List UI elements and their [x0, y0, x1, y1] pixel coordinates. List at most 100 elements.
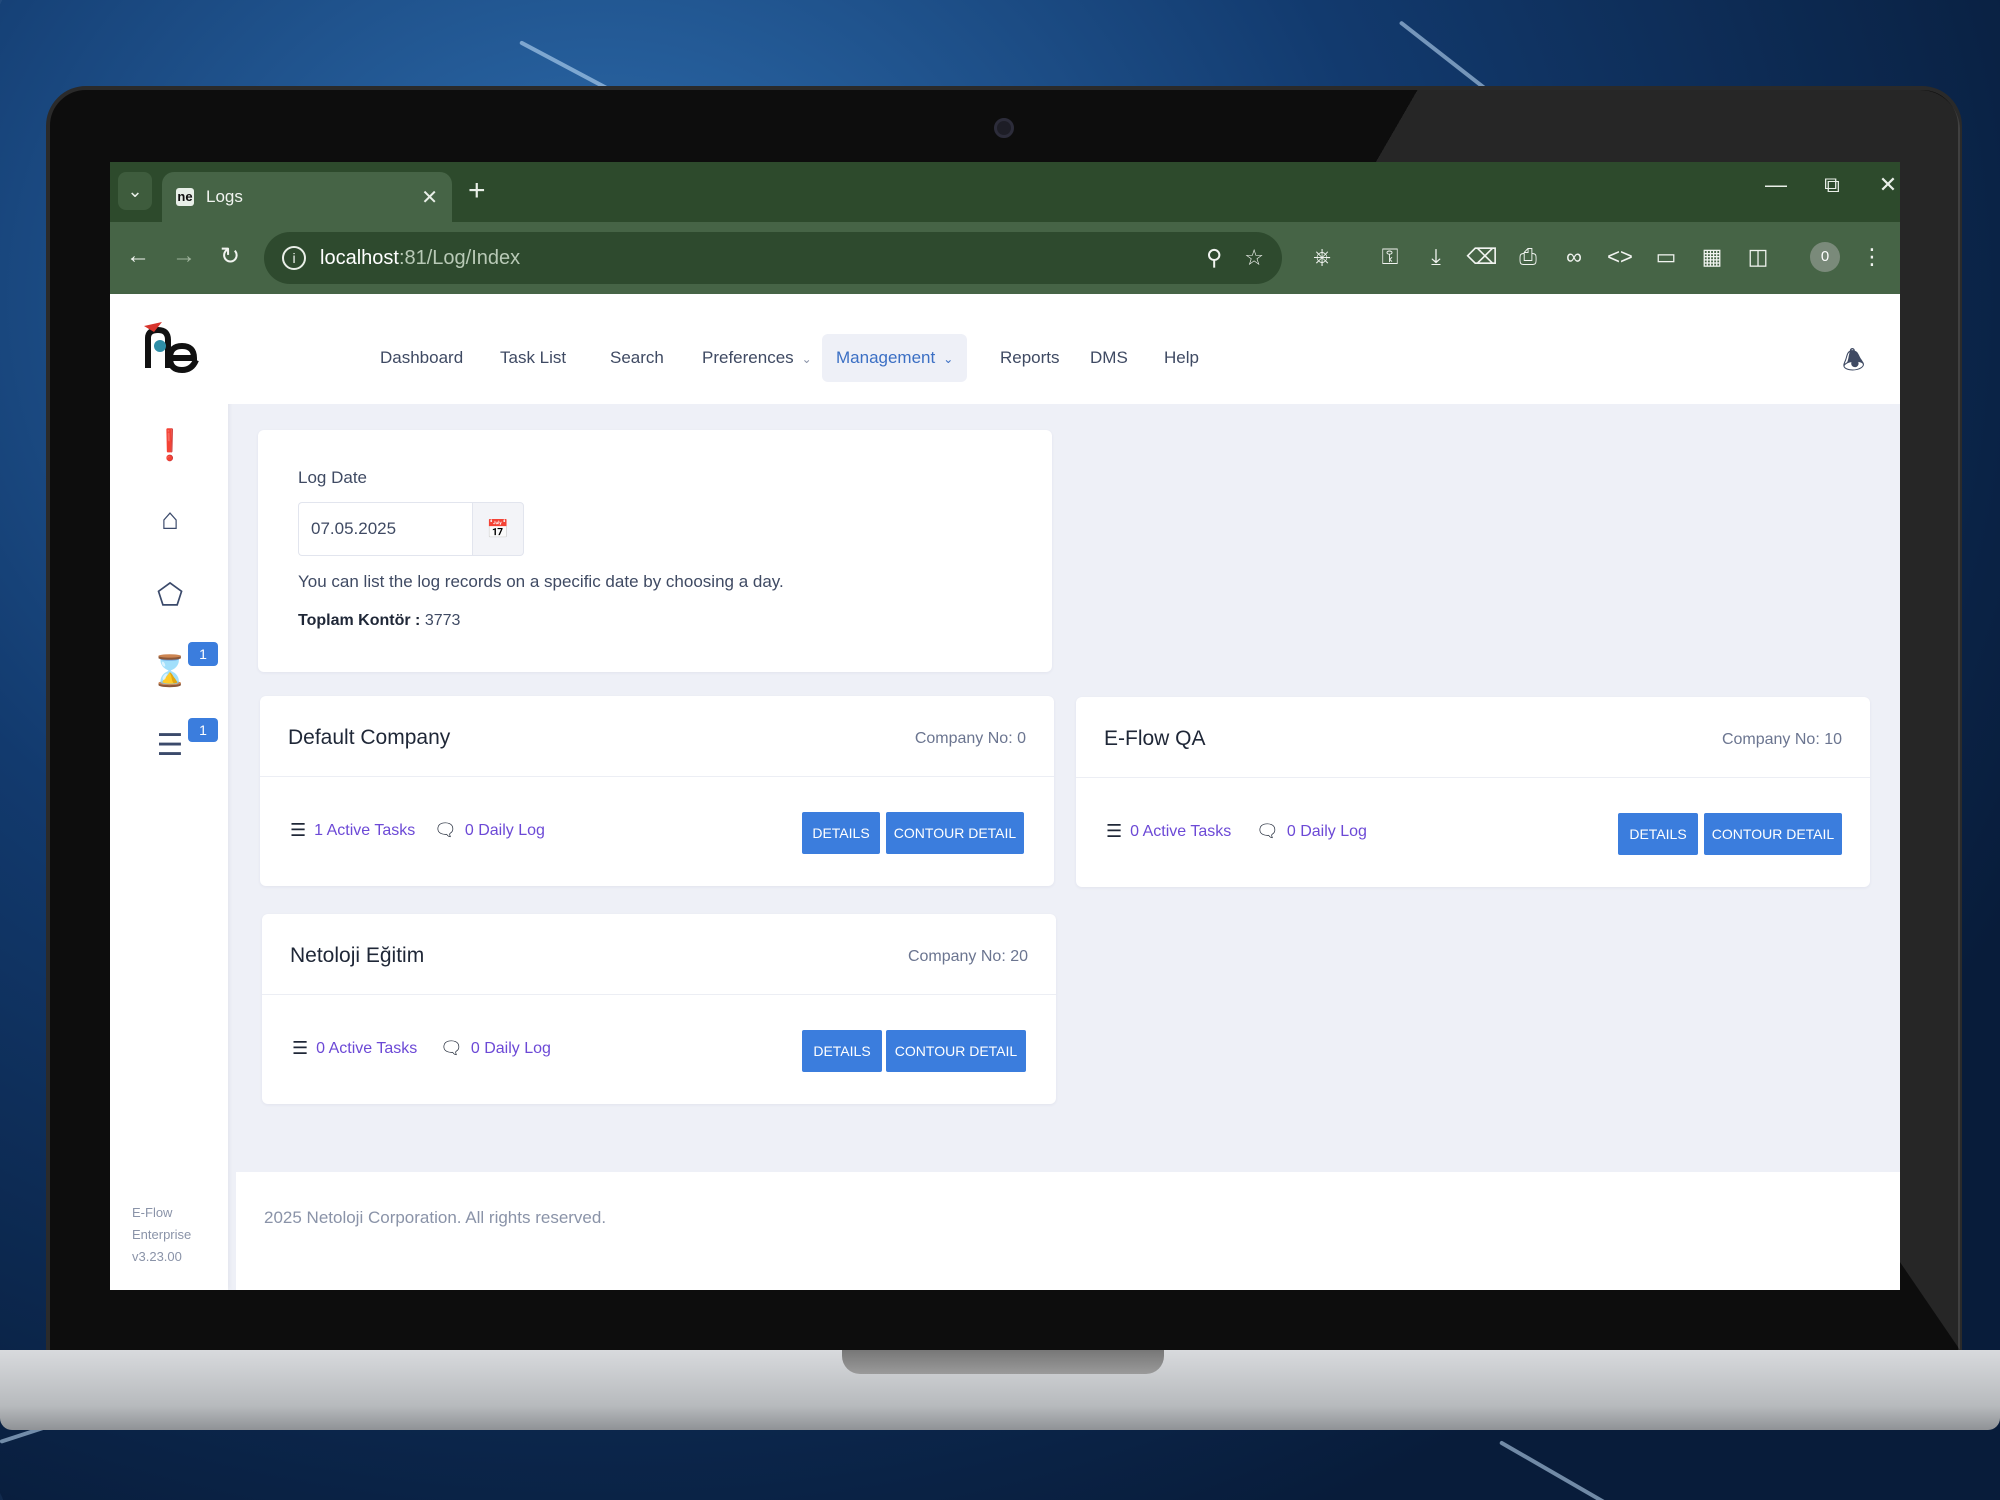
chevron-down-icon: ⌄ [801, 352, 812, 366]
devices-icon[interactable]: ▭ [1650, 244, 1682, 270]
password-key-icon[interactable]: ⚿ [1374, 244, 1406, 270]
webcam [994, 118, 1014, 138]
laptop-screen: ⌄ ne Logs ✕ + — ⧉ ✕ ← → ↻ i localhost:81… [110, 162, 1900, 1290]
version-number: v3.23.00 [132, 1249, 182, 1264]
task-list-icon: ☰ [292, 1038, 309, 1058]
nav-label: Reports [1000, 348, 1060, 367]
nav-task-list[interactable]: Task List [486, 334, 580, 382]
home-icon[interactable]: ⌂ [150, 500, 190, 540]
top-navigation: Dashboard Task List Search Preferences ⌄ … [228, 294, 1900, 404]
chat-log-icon: 🗨 [434, 820, 457, 840]
total-credit: Toplam Kontör : 3773 [298, 612, 460, 630]
active-tasks-link[interactable]: ☰ 0 Active Tasks [1106, 821, 1231, 842]
cube-box-icon[interactable]: ⬠ [150, 576, 190, 616]
log-date-input[interactable] [298, 502, 472, 556]
nav-preferences[interactable]: Preferences ⌄ [688, 334, 826, 382]
calendar-icon[interactable]: 📅 [472, 502, 524, 556]
version-product: E-Flow [132, 1205, 173, 1220]
close-tab-icon[interactable]: ✕ [421, 185, 438, 210]
app-body: ❗ ⌂ ⬠ ⌛ 1 ☰ 1 E-Flow Enterprise v3.23.00… [110, 294, 1900, 1290]
company-name: Default Company [288, 726, 451, 749]
print-icon[interactable]: ⎙ [1512, 244, 1544, 270]
zoom-magnifier-icon[interactable]: ⚲ [1206, 245, 1222, 271]
address-bar[interactable]: i localhost:81/Log/Index ⚲ ☆ [264, 232, 1282, 284]
profile-avatar[interactable]: 0 [1810, 242, 1840, 272]
back-arrow-icon[interactable]: ← [122, 242, 154, 270]
details-button[interactable]: Details [802, 812, 880, 854]
copyright-text: 2025 Netoloji Corporation. All rights re… [264, 1208, 607, 1227]
task-list-icon: ☰ [290, 820, 307, 840]
company-number: Company No: 10 [1721, 731, 1842, 748]
contour-detail-button[interactable]: Contour Detail [886, 1030, 1026, 1072]
nav-help[interactable]: Help [1150, 334, 1213, 382]
nav-dashboard[interactable]: Dashboard [366, 334, 477, 382]
nav-dms[interactable]: DMS [1076, 334, 1142, 382]
forward-arrow-icon[interactable]: → [168, 242, 200, 270]
nav-label: DMS [1090, 348, 1128, 367]
chat-log-icon: 🗨 [440, 1038, 463, 1058]
company-name: E-Flow QA [1104, 727, 1206, 750]
nav-label: Help [1164, 348, 1199, 367]
active-tasks-text: 1 Active Tasks [314, 821, 416, 839]
log-date-card: Log Date 📅 You can list the log records … [258, 430, 1052, 672]
company-name: Netoloji Eğitim [290, 944, 425, 967]
active-tasks-text: 0 Active Tasks [316, 1039, 418, 1057]
nav-management[interactable]: Management ⌄ [822, 334, 968, 382]
company-number: Company No: 20 [907, 948, 1028, 965]
code-brackets-icon[interactable]: <> [1604, 244, 1636, 270]
company-card: E-Flow QA Company No: 10 ☰ 0 Active Tasks… [1076, 697, 1870, 887]
minimize-window-icon[interactable]: — [1756, 172, 1796, 198]
site-info-icon[interactable]: i [282, 246, 306, 270]
restore-window-icon[interactable]: ⧉ [1812, 172, 1852, 198]
daily-log-link[interactable]: 🗨 0 Daily Log [440, 1038, 551, 1059]
hourglass-icon[interactable]: ⌛ [150, 652, 190, 692]
download-icon[interactable]: ⤓ [1420, 244, 1452, 270]
active-tasks-link[interactable]: ☰ 1 Active Tasks [290, 820, 415, 841]
laptop-hinge-notch [842, 1350, 1164, 1374]
extensions-puzzle-icon[interactable]: ⎈ [1306, 244, 1338, 270]
more-options-icon[interactable]: ⋮ [1856, 244, 1888, 270]
company-number: Company No: 0 [914, 730, 1026, 747]
contour-detail-button[interactable]: Contour Detail [1704, 813, 1842, 855]
chat-log-icon: 🗨 [1256, 821, 1279, 841]
total-credit-value: 3773 [424, 612, 461, 629]
url-path: :81/Log/Index [398, 246, 521, 269]
netoloji-logo-icon[interactable] [140, 316, 204, 380]
close-window-icon[interactable]: ✕ [1868, 172, 1900, 198]
active-tasks-link[interactable]: ☰ 0 Active Tasks [292, 1038, 417, 1059]
qr-code-icon[interactable]: ▦ [1696, 244, 1728, 270]
tasks-count-badge: 1 [188, 718, 218, 742]
nav-search[interactable]: Search [596, 334, 678, 382]
checklist-icon[interactable]: ☰ [150, 726, 190, 766]
active-tasks-text: 0 Active Tasks [1130, 822, 1232, 840]
log-date-label: Log Date [298, 468, 367, 487]
link-icon[interactable]: ∞ [1558, 244, 1590, 270]
contour-detail-button[interactable]: Contour Detail [886, 812, 1024, 854]
daily-log-text: 0 Daily Log [464, 821, 545, 839]
nav-reports[interactable]: Reports [986, 334, 1074, 382]
daily-log-link[interactable]: 🗨 0 Daily Log [1256, 821, 1367, 842]
card-divider [1076, 777, 1870, 778]
daily-log-link[interactable]: 🗨 0 Daily Log [434, 820, 545, 841]
reading-mode-icon[interactable]: ◫ [1742, 244, 1774, 270]
daily-log-text: 0 Daily Log [1286, 822, 1367, 840]
version-edition: Enterprise [132, 1227, 192, 1242]
new-tab-plus-icon[interactable]: + [468, 174, 486, 208]
notification-bell-icon[interactable]: 🕭 [1842, 342, 1865, 386]
tab-title: Logs [206, 187, 243, 206]
browser-tab-logs[interactable]: ne Logs ✕ [162, 172, 452, 222]
total-credit-label: Toplam Kontör : [298, 612, 421, 629]
card-divider [262, 994, 1056, 995]
details-button[interactable]: Details [1618, 813, 1698, 855]
reload-icon[interactable]: ↻ [214, 242, 246, 271]
version-info: E-Flow Enterprise v3.23.00 [132, 1202, 222, 1268]
task-list-icon: ☰ [1106, 821, 1123, 841]
browser-toolbar: ← → ↻ i localhost:81/Log/Index ⚲ ☆ ⎈ ⚿ ⤓… [110, 222, 1900, 294]
details-button[interactable]: Details [802, 1030, 882, 1072]
tab-search-chevron-icon[interactable]: ⌄ [118, 172, 152, 210]
chevron-down-icon: ⌄ [943, 352, 954, 366]
compass-drafting-icon[interactable]: ❗ [150, 426, 190, 466]
company-card: Netoloji Eğitim Company No: 20 ☰ 0 Active… [262, 914, 1056, 1104]
bookmark-star-icon[interactable]: ☆ [1244, 245, 1264, 271]
trash-icon[interactable]: ⌫ [1466, 244, 1498, 270]
